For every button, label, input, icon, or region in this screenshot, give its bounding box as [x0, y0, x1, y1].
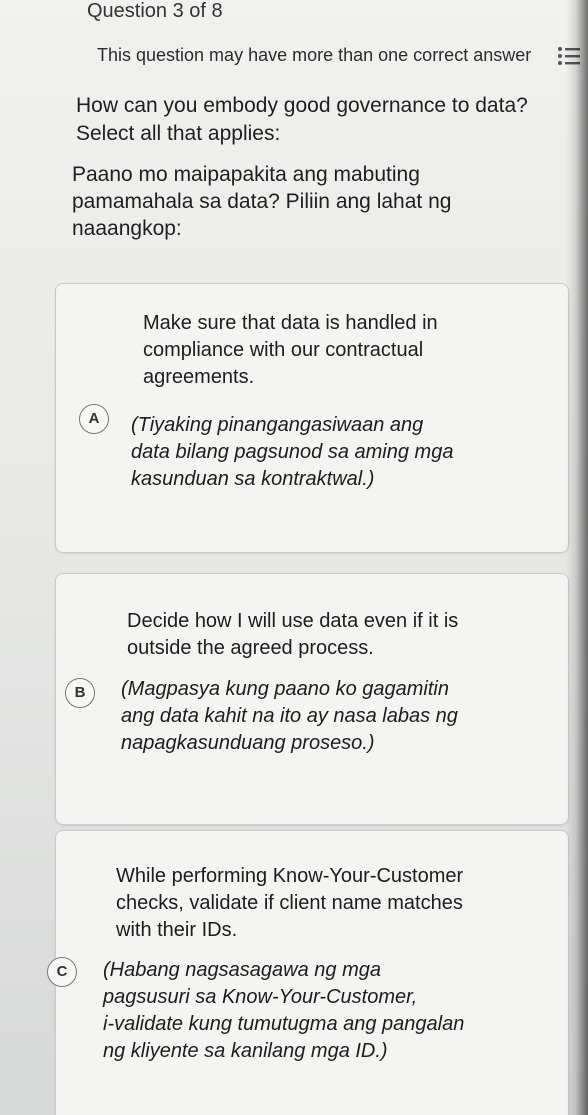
option-text-english: Decide how I will use data even if it is… — [127, 610, 459, 659]
quiz-page: Question 3 of 8 This question may have m… — [0, 0, 588, 1115]
option-text-filipino: (Tiyaking pinangangasiwaan ang data bila… — [131, 414, 454, 490]
question-instruction: This question may have more than one cor… — [97, 45, 532, 65]
answer-option-c[interactable]: C While performing Know-Your-Customer ch… — [47, 830, 569, 1115]
question-title-filipino: Paano mo maipapakita ang mabuting pamama… — [72, 163, 452, 240]
option-letter-badge: B — [65, 678, 95, 708]
option-text-filipino: (Magpasya kung paano ko gagamitin ang da… — [121, 678, 458, 754]
question-counter: Question 3 of 8 — [87, 0, 223, 22]
answer-option-b[interactable]: B Decide how I will use data even if it … — [55, 573, 569, 825]
option-text-english: Make sure that data is handled in compli… — [143, 312, 438, 388]
answer-option-a[interactable]: A Make sure that data is handled in comp… — [55, 283, 569, 553]
option-text-filipino: (Habang nagsasagawa ng mga pagsusuri sa … — [103, 959, 465, 1062]
option-letter-badge: C — [47, 957, 77, 987]
option-text-english: While performing Know-Your-Customer chec… — [116, 865, 464, 941]
option-letter-badge: A — [79, 404, 109, 434]
question-title-english: How can you embody good governance to da… — [76, 94, 528, 145]
